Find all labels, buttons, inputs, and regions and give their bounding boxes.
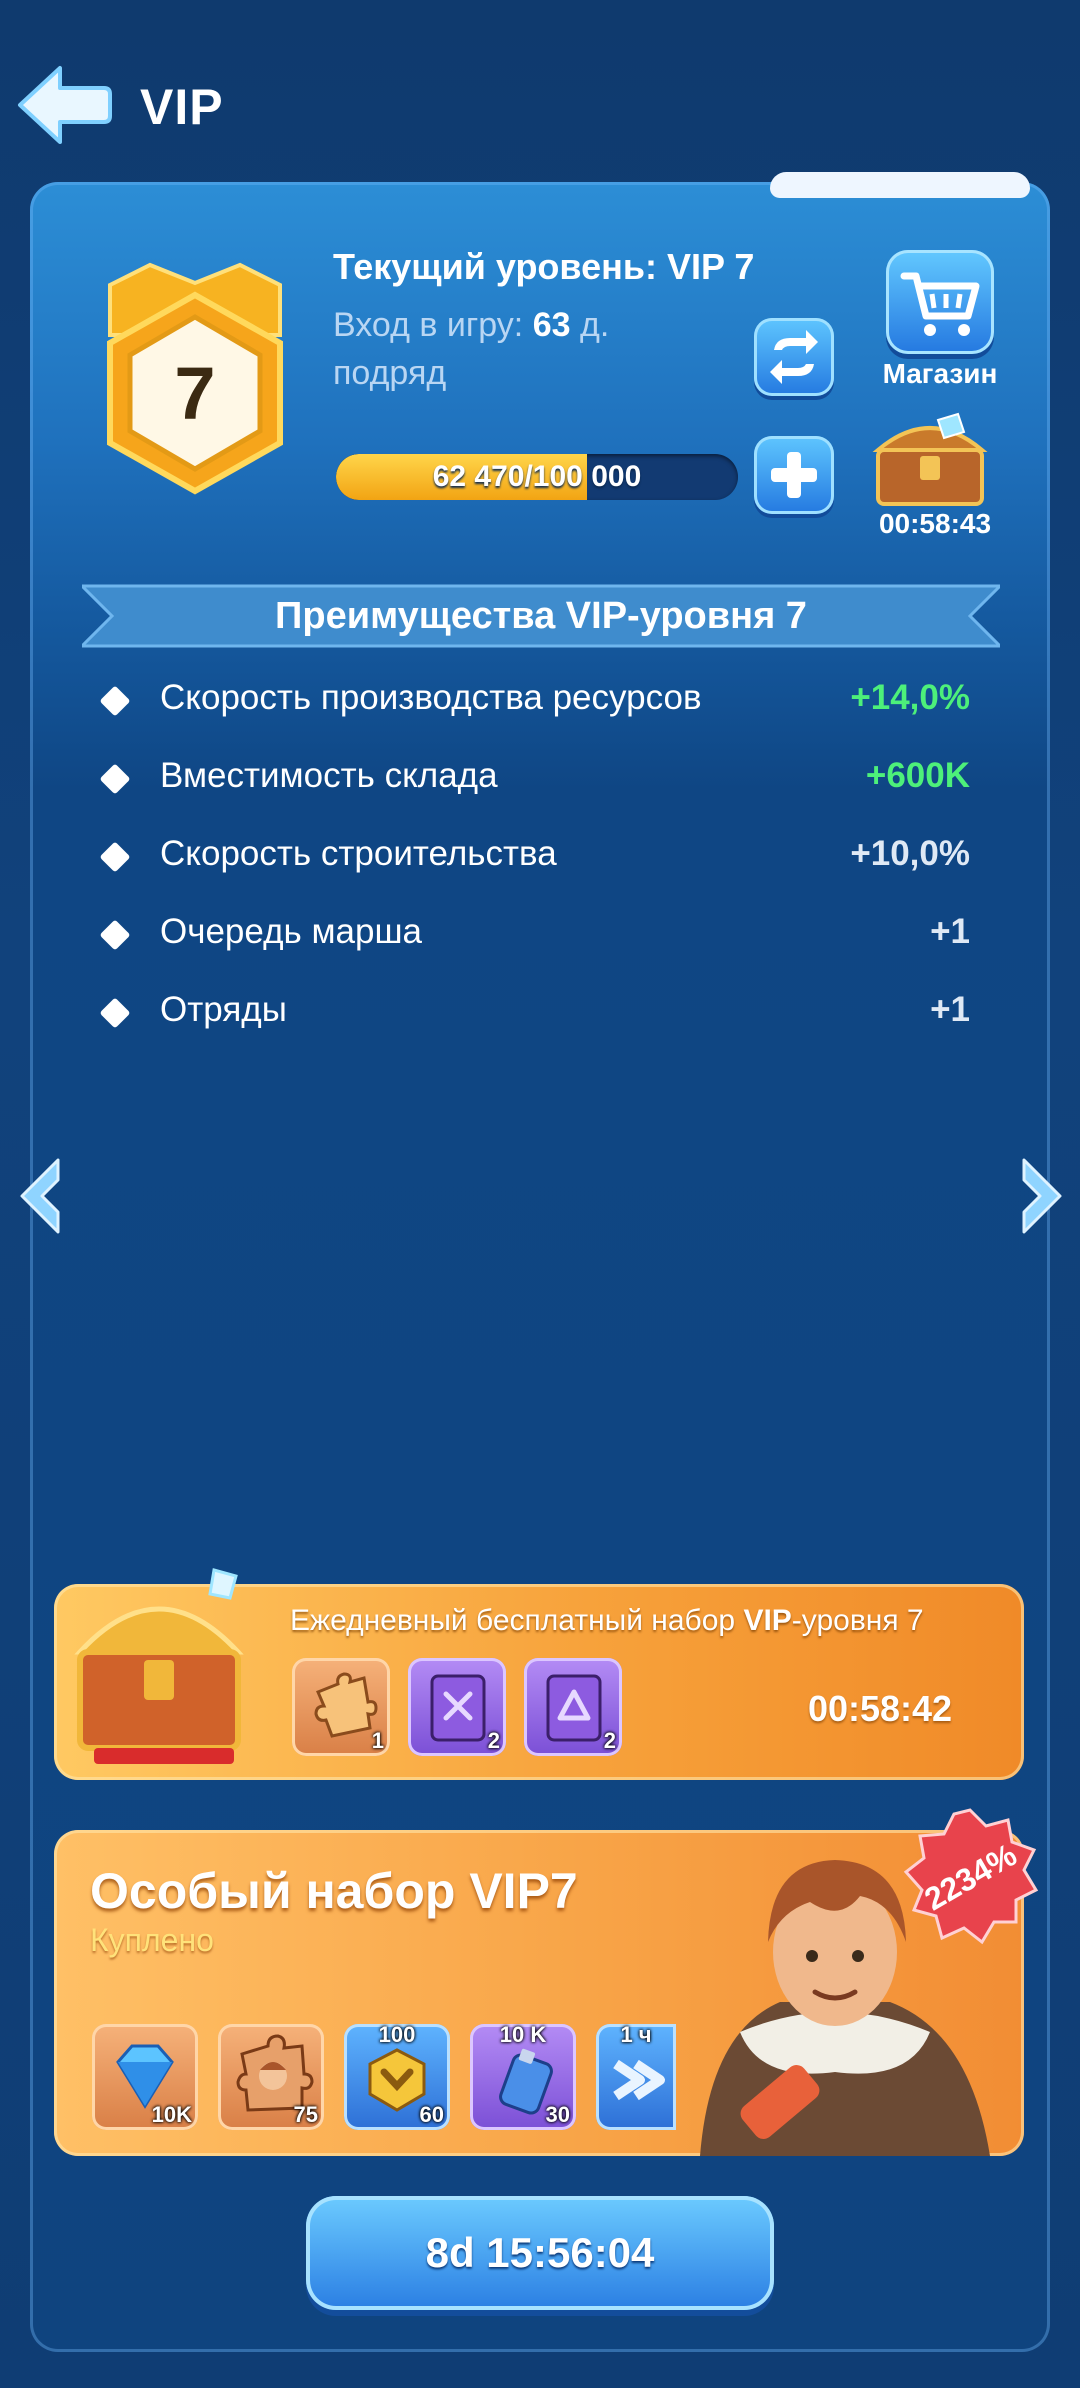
golden-chest-icon: [74, 1568, 244, 1764]
vip-level-number: 7: [174, 352, 215, 435]
benefit-value: +1: [930, 912, 970, 951]
back-arrow-button[interactable]: [14, 62, 114, 148]
benefit-row: Скорость строительства +10,0%: [99, 826, 980, 886]
reward-count: 1: [371, 1728, 384, 1753]
next-level-arrow-icon[interactable]: [1014, 1154, 1070, 1238]
treasure-chest-icon[interactable]: [868, 410, 992, 510]
reward-item[interactable]: 10K: [92, 2024, 198, 2130]
shop-button[interactable]: [886, 250, 994, 354]
benefit-row: Отряды +1: [99, 982, 980, 1042]
benefit-value: +1: [930, 990, 970, 1029]
reward-top-label: 1 ч: [620, 2022, 652, 2047]
benefits-title: Преимущества VIP-уровня 7: [275, 595, 807, 637]
current-level-label: Текущий уровень: VIP 7: [333, 246, 755, 287]
diamond-bullet-icon: [99, 919, 131, 951]
diamond-bullet-icon: [99, 763, 131, 795]
add-vip-points-button[interactable]: [754, 436, 834, 514]
reward-item[interactable]: 2: [408, 1658, 506, 1756]
login-suffix: д.: [579, 306, 610, 344]
reward-count: 75: [293, 2102, 318, 2127]
purchased-status: Куплено: [90, 1922, 214, 1958]
benefit-label: Отряды: [160, 990, 287, 1029]
login-days: 63: [532, 306, 571, 344]
reward-item[interactable]: 2: [524, 1658, 622, 1756]
swap-button[interactable]: [754, 318, 834, 396]
benefit-value: +10,0%: [850, 834, 970, 873]
daily-title-prefix: Ежедневный бесплатный набор: [290, 1604, 736, 1637]
special-pack-title: Особый набор VIP7: [90, 1863, 578, 1919]
reward-item[interactable]: 10 K 30: [470, 2022, 576, 2130]
daily-pack-title: Ежедневный бесплатный набор VIP-уровня 7: [290, 1604, 924, 1638]
login-streak-text-2: подряд: [333, 354, 447, 392]
reward-top-label: 100: [378, 2022, 416, 2047]
reward-item[interactable]: 75: [218, 2024, 324, 2130]
benefit-row: Очередь марша +1: [99, 904, 980, 964]
benefit-label: Вместимость склада: [160, 756, 498, 795]
reward-item[interactable]: 1 ч: [596, 2022, 676, 2130]
diamond-bullet-icon: [99, 997, 131, 1029]
vip-progress-bar: 62 470/100 000: [336, 454, 738, 500]
previous-level-arrow-icon[interactable]: [12, 1154, 68, 1238]
reward-count: 2: [603, 1728, 616, 1753]
chest-timer: 00:58:43: [878, 508, 992, 539]
daily-pack-timer: 00:58:42: [807, 1688, 953, 1729]
benefit-row: Вместимость склада +600K: [99, 748, 980, 808]
discount-badge: 2234%: [903, 1808, 1039, 1945]
reward-item[interactable]: 100 60: [344, 2022, 450, 2130]
login-prefix: Вход в игру:: [333, 306, 524, 344]
snow-decoration: [770, 172, 1030, 198]
reward-count: 30: [545, 2102, 570, 2127]
event-timer-text: 8d 15:56:04: [425, 2229, 655, 2276]
benefit-label: Очередь марша: [160, 912, 423, 951]
reward-top-label: 10 K: [499, 2022, 547, 2047]
daily-title-bold: VIP: [743, 1604, 792, 1637]
swap-arrows-icon: [770, 330, 818, 384]
reward-count: 10K: [151, 2102, 192, 2127]
daily-title-suffix: -уровня 7: [791, 1604, 924, 1637]
diamond-bullet-icon: [99, 685, 131, 717]
benefit-label: Скорость производства ресурсов: [160, 678, 702, 717]
benefit-value: +14,0%: [850, 678, 970, 717]
shopping-cart-icon: [900, 272, 980, 336]
benefit-value: +600K: [865, 756, 970, 795]
benefit-label: Скорость строительства: [160, 834, 557, 873]
diamond-bullet-icon: [99, 841, 131, 873]
reward-count: 60: [419, 2102, 444, 2127]
shop-label: Магазин: [882, 358, 998, 389]
progress-text: 62 470/100 000: [432, 460, 642, 493]
vip-level-badge: 7: [107, 262, 283, 495]
plus-icon: [771, 452, 817, 498]
reward-count: 2: [487, 1728, 500, 1753]
reward-item[interactable]: 1: [292, 1658, 390, 1756]
benefit-row: Скорость производства ресурсов +14,0%: [99, 670, 980, 730]
login-streak-text: Вход в игру: 63 д.: [333, 306, 609, 345]
page-title: VIP: [140, 79, 224, 135]
